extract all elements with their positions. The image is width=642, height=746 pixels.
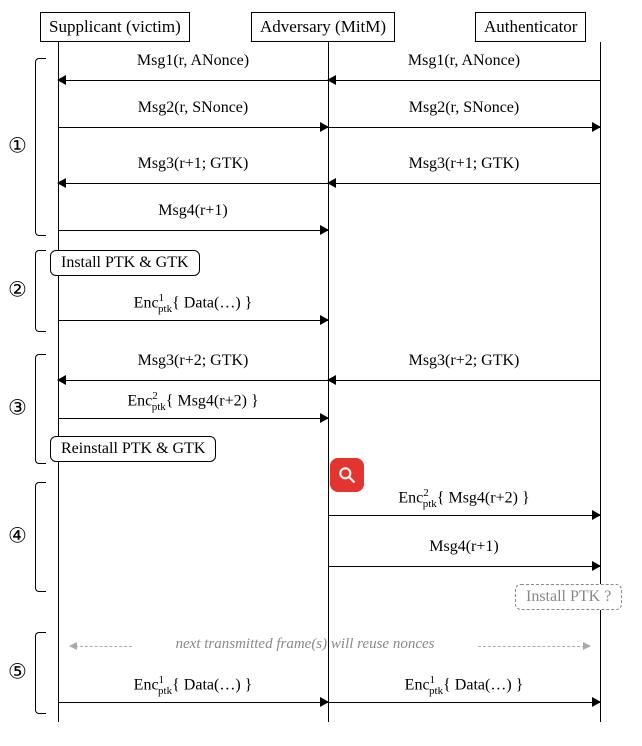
msg2-right-label: Msg2(r, SNonce) [328,99,600,117]
msg3b-right-label: Msg3(r+2; GTK) [328,352,600,370]
enc2-msg4-right-label: Enc2ptk{ Msg4(r+2) } [328,487,600,510]
msg3a-right-label: Msg3(r+1; GTK) [328,155,600,173]
enc1-data-final-left: Enc1ptk{ Data(…) } [58,694,328,714]
enc1-data-final-right: Enc1ptk{ Data(…) } [328,694,600,714]
step-2: ② [8,278,27,303]
lifeline-authenticator [600,42,601,722]
msg4a: Msg4(r+1) [58,222,328,242]
step-1: ① [8,134,27,159]
msg2-right: Msg2(r, SNonce) [328,119,600,139]
bracket-1 [35,58,46,236]
step-3: ③ [8,396,27,421]
msg3a-left-label: Msg3(r+1; GTK) [58,155,328,173]
bracket-2 [35,250,46,332]
note-install-ptk-q: Install PTK ? [515,584,622,610]
msg4b-label: Msg4(r+1) [328,538,600,556]
participant-adversary: Adversary (MitM) [251,12,395,42]
enc2-msg4-left-label: Enc2ptk{ Msg4(r+2) } [58,390,328,413]
enc2-msg4-left: Enc2ptk{ Msg4(r+2) } [58,410,328,430]
enc2-msg4-right: Enc2ptk{ Msg4(r+2) } [328,507,600,527]
msg1-left-label: Msg1(r, ANonce) [58,52,328,70]
msg3b-left: Msg3(r+2; GTK) [58,372,328,392]
msg3a-left: Msg3(r+1; GTK) [58,175,328,195]
msg2-left-label: Msg2(r, SNonce) [58,99,328,117]
msg1-right-label: Msg1(r, ANonce) [328,52,600,70]
enc1-data-final-right-label: Enc1ptk{ Data(…) } [328,674,600,697]
msg3a-right: Msg3(r+1; GTK) [328,175,600,195]
participant-supplicant: Supplicant (victim) [40,12,190,42]
participant-authenticator: Authenticator [475,12,586,42]
note-install-ptk-gtk: Install PTK & GTK [50,250,200,276]
msg4a-label: Msg4(r+1) [58,202,328,220]
step-5: ⑤ [8,660,27,685]
msg1-right: Msg1(r, ANonce) [328,72,600,92]
sequence-diagram: Supplicant (victim) Adversary (MitM) Aut… [10,10,630,736]
annot-dash-right [478,646,590,647]
msg3b-right: Msg3(r+2; GTK) [328,372,600,392]
msg3b-left-label: Msg3(r+2; GTK) [58,352,328,370]
msg4b: Msg4(r+1) [328,558,600,578]
enc1-data-final-left-label: Enc1ptk{ Data(…) } [58,674,328,697]
msg2-left: Msg2(r, SNonce) [58,119,328,139]
annot-dash-left [70,646,132,647]
enc1-data: Enc1ptk{ Data(…) } [58,312,328,332]
bracket-4 [35,482,46,592]
bracket-3 [35,354,46,464]
enc1-data-label: Enc1ptk{ Data(…) } [58,292,328,315]
msg1-left: Msg1(r, ANonce) [58,72,328,92]
bracket-5 [35,632,46,714]
note-reinstall-ptk-gtk: Reinstall PTK & GTK [50,436,216,462]
annotation-reuse: next transmitted frame(s) will reuse non… [135,636,475,653]
step-4: ④ [8,524,27,549]
